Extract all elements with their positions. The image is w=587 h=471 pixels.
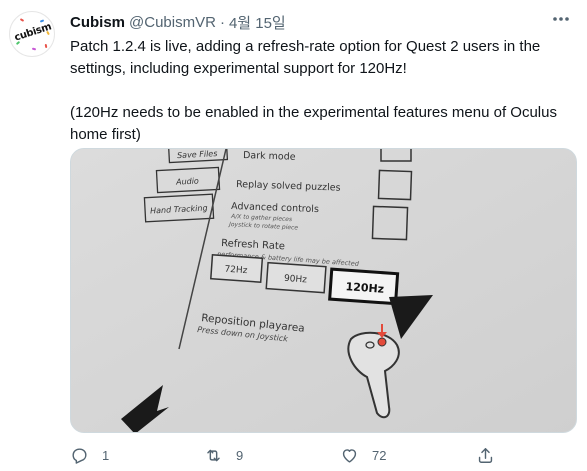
tweet-text: Patch 1.2.4 is live, adding a refresh-ra… [70,36,570,146]
refresh-72hz-label: 72Hz [224,265,248,277]
confetti-decoration [31,47,37,51]
avatar-logo-text: cubism [13,21,53,44]
refresh-90hz-label: 90Hz [284,274,308,286]
like-button[interactable]: 72 [340,443,386,467]
confetti-decoration [44,43,48,49]
tweet-text-paragraph: (120Hz needs to be enabled in the experi… [70,104,557,143]
tweet-date[interactable]: 4월 15일 [229,12,286,33]
avatar[interactable]: cubism [9,11,55,57]
share-button[interactable] [476,443,495,467]
reply-icon [72,447,87,464]
tweet-actions: 1 9 72 [70,443,510,467]
retweet-button[interactable]: 9 [204,443,243,467]
author-display-name[interactable]: Cubism [70,14,125,31]
tweet[interactable]: cubism Cubism @CubismVR · 4월 15일 Patch 1… [0,0,587,471]
more-horizontal-icon[interactable] [548,9,574,31]
tweet-media-image[interactable]: Save Files Audio Hand Tracking Dark mode… [70,148,577,433]
tweet-text-paragraph: Patch 1.2.4 is live, adding a refresh-ra… [70,38,541,77]
retweet-count: 9 [236,447,244,463]
refresh-120hz-label: 120Hz [345,280,384,296]
retweet-icon [207,449,220,461]
confetti-decoration [19,18,25,22]
audio-label: Audio [175,176,199,186]
author-handle[interactable]: @CubismVR [129,14,216,31]
tweet-header: Cubism @CubismVR · 4월 15일 [70,12,286,32]
separator-dot: · [219,13,225,31]
reply-count: 1 [102,447,110,463]
like-count: 72 [372,447,387,463]
reply-button[interactable]: 1 [70,443,109,467]
share-icon [478,447,493,463]
dark-mode-label: Dark mode [243,150,296,163]
vr-settings-screenshot: Save Files Audio Hand Tracking Dark mode… [71,149,576,432]
heart-icon [342,448,357,463]
